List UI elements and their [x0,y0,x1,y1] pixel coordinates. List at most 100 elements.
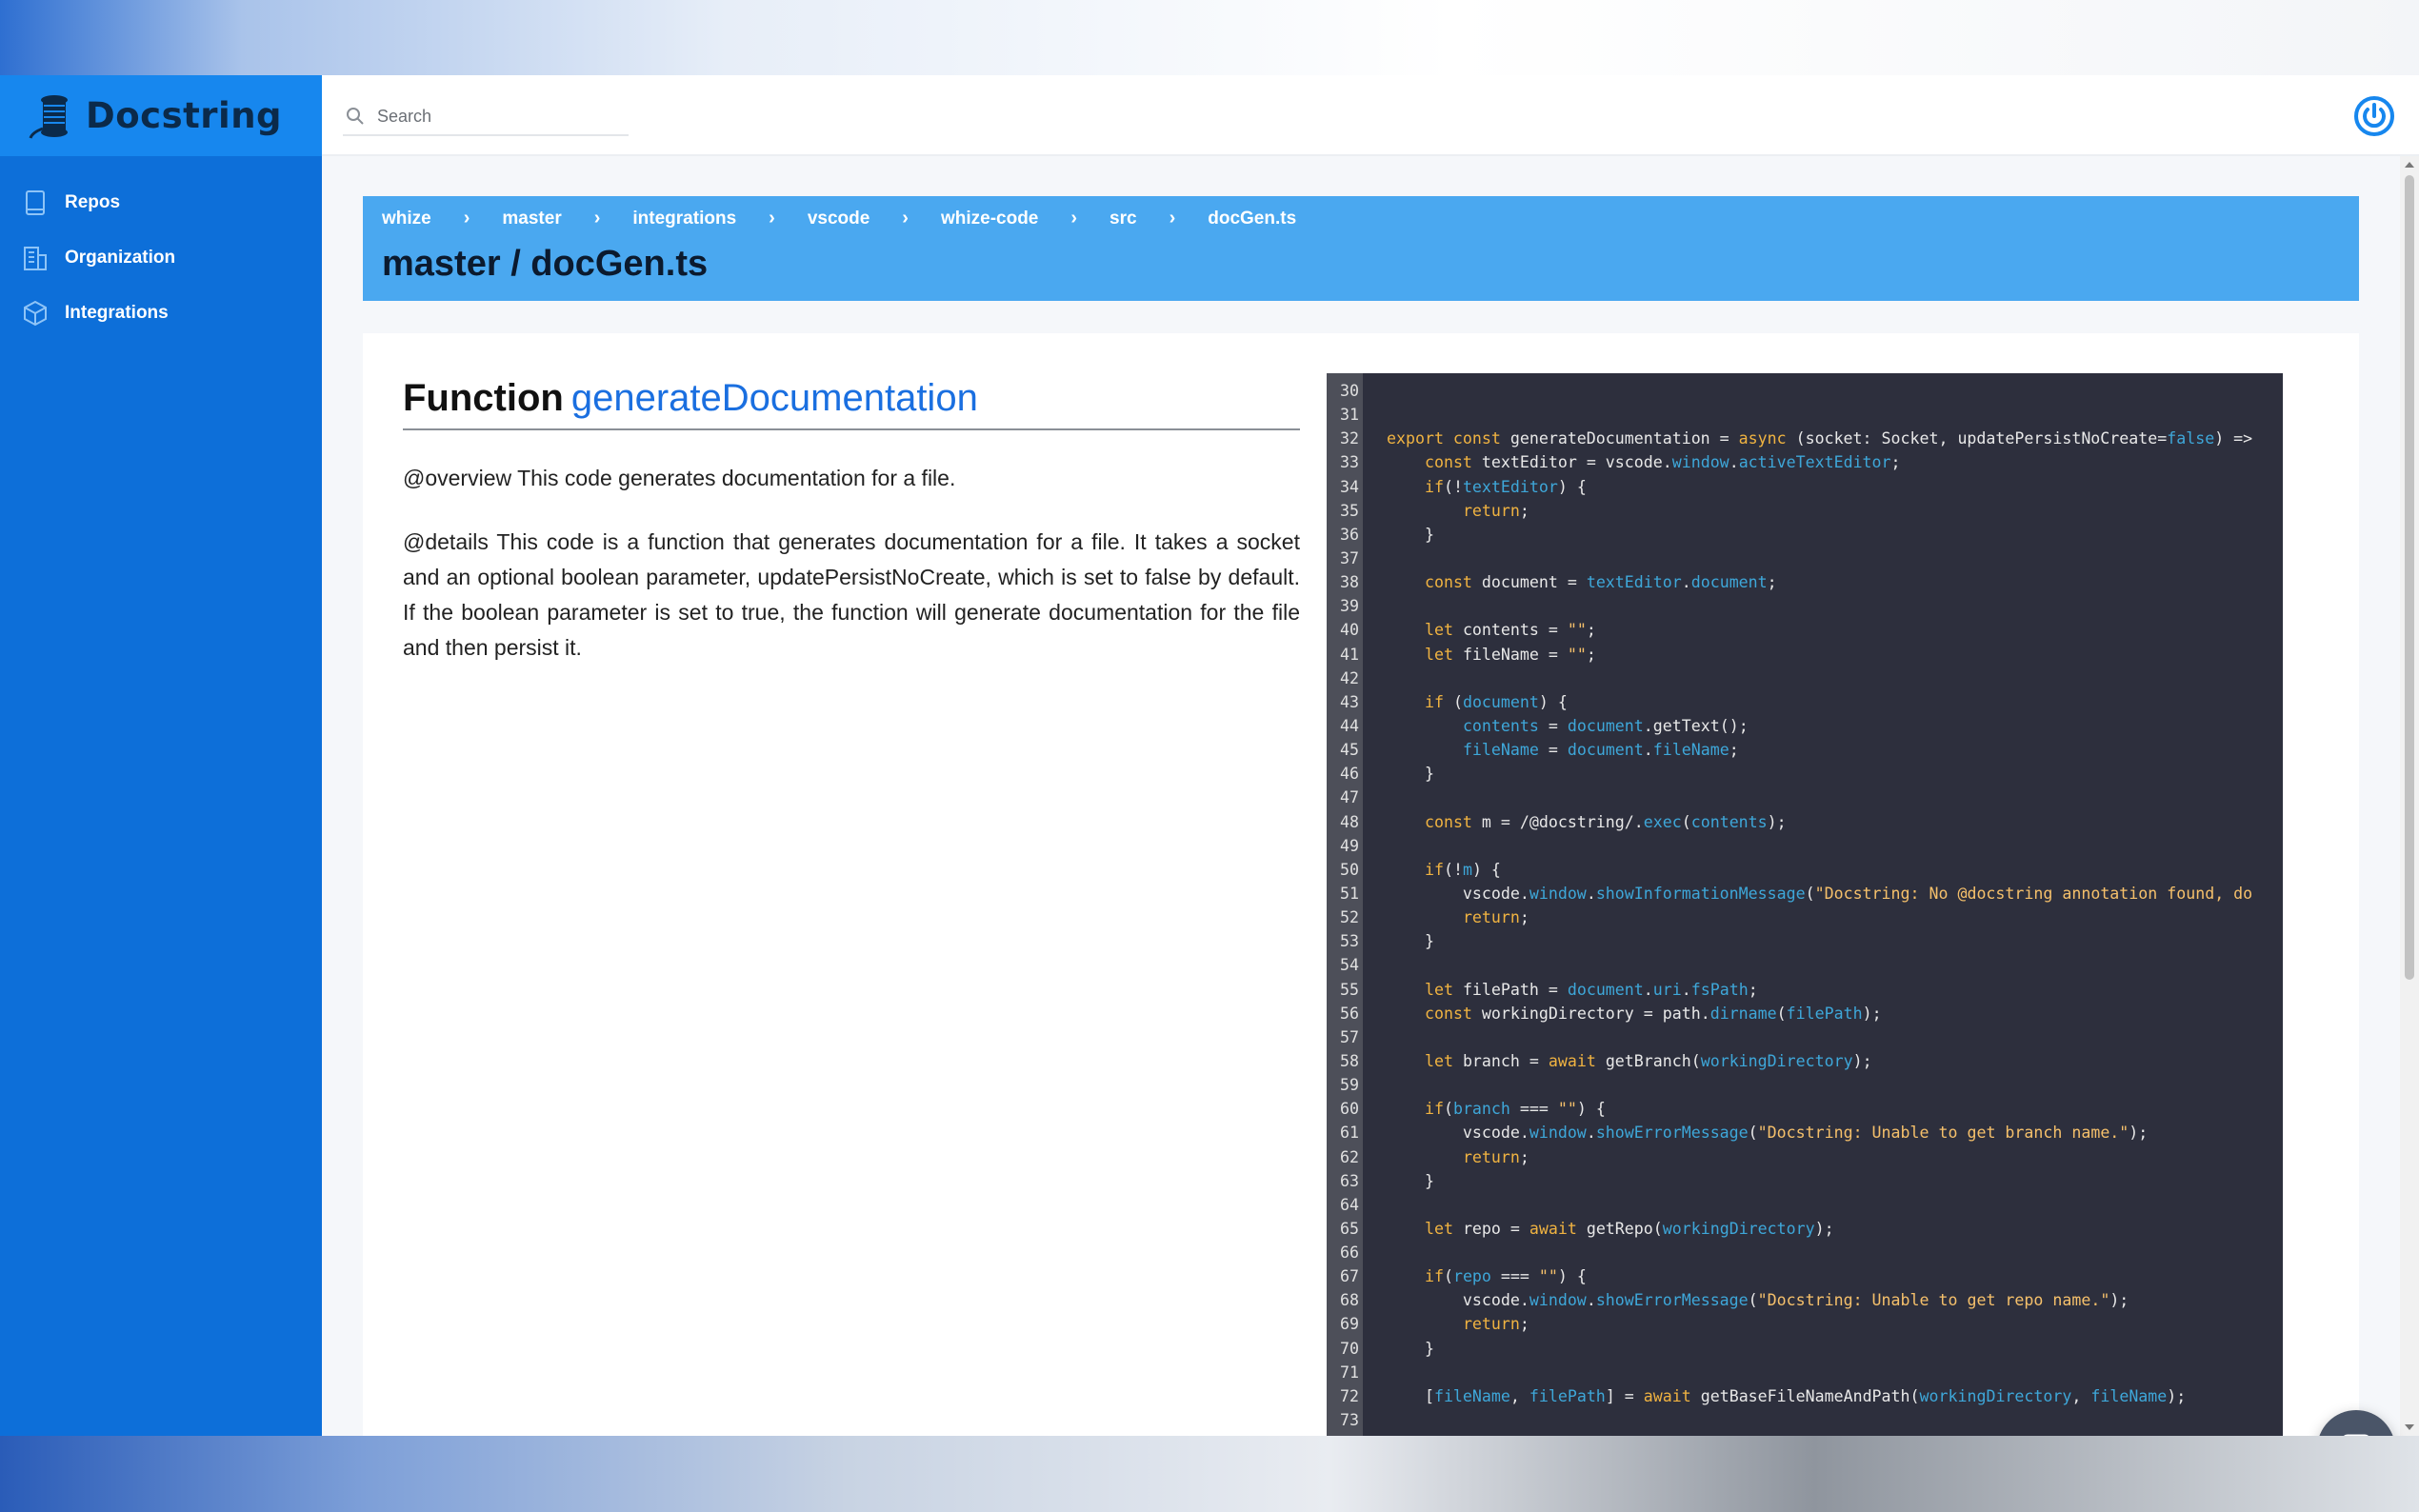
function-name-link[interactable]: generateDocumentation [571,377,978,419]
code-line: 54 [1327,953,2283,977]
sidebar-item-integrations[interactable]: Integrations [0,286,322,341]
search-input[interactable] [377,106,615,127]
chevron-right-icon: › [902,208,909,229]
code-line: 50 if(!m) { [1327,858,2283,882]
line-number: 49 [1340,836,1359,855]
sidebar-item-label: Repos [65,192,121,212]
code-text: if (document) { [1424,692,1568,711]
code-line: 59 [1327,1073,2283,1097]
line-number: 33 [1340,453,1359,472]
code-line: 36 } [1327,523,2283,547]
code-line: 30 [1327,379,2283,403]
sidebar-item-label: Integrations [65,303,169,323]
code-text: return; [1462,501,1529,520]
code-line: 31 [1327,403,2283,427]
line-number: 45 [1340,741,1359,760]
line-number: 39 [1340,597,1359,616]
details-text: @details This code is a function that ge… [403,529,1300,660]
code-line: 39 [1327,594,2283,618]
code-line: 34 if(!textEditor) { [1327,475,2283,499]
code-lines: 30 31 32 export const generateDocumentation… [1327,379,2283,1432]
desktop-background [0,1436,2419,1512]
breadcrumb-item[interactable]: docGen.ts [1208,209,1296,229]
code-line: 53 } [1327,929,2283,953]
line-number: 43 [1340,692,1359,711]
line-number: 60 [1340,1100,1359,1119]
code-line: 57 [1327,1025,2283,1049]
code-line: 51 vscode.window.showInformationMessage(… [1327,882,2283,905]
breadcrumb-item[interactable]: whize-code [941,209,1038,229]
line-number: 50 [1340,860,1359,879]
code-line: 33 const textEditor = vscode.window.acti… [1327,450,2283,474]
scrollbar[interactable] [2400,156,2419,1436]
line-number: 56 [1340,1004,1359,1023]
code-text: let contents = ""; [1424,621,1596,640]
code-line: 63 } [1327,1169,2283,1193]
code-line: 38 const document = textEditor.document; [1327,570,2283,594]
sidebar: Docstring Repos Organization Integration… [0,75,322,1436]
line-number: 38 [1340,573,1359,592]
breadcrumb-item[interactable]: whize [382,209,431,229]
code-line: 67 if(repo === "") { [1327,1264,2283,1288]
code-text: } [1387,1171,1434,1190]
code-line: 69 return; [1327,1312,2283,1336]
code-line: 61 vscode.window.showErrorMessage("Docst… [1327,1121,2283,1144]
spool-logo-icon [29,94,68,139]
code-viewer[interactable]: 30 31 32 export const generateDocumentation… [1327,373,2283,1436]
line-number: 37 [1340,548,1359,567]
code-text: if(repo === "") { [1424,1267,1587,1286]
code-text: if(!m) { [1424,860,1501,879]
doc-card: Function generateDocumentation @overview … [363,333,2359,1436]
breadcrumb-item[interactable]: vscode [808,209,870,229]
line-number: 34 [1340,477,1359,496]
sidebar-item-label: Organization [65,248,176,268]
code-line: 43 if (document) { [1327,690,2283,714]
code-line: 32 export const generateDocumentation = a… [1327,427,2283,450]
scroll-down-icon[interactable] [2405,1424,2414,1430]
code-text: const m = /@docstring/.exec(contents); [1424,812,1787,831]
page-title: master / docGen.ts [382,244,709,284]
chevron-right-icon: › [1169,208,1176,229]
code-text: let fileName = ""; [1424,645,1596,664]
power-icon[interactable] [2354,96,2394,136]
line-number: 73 [1340,1411,1359,1430]
search-box [343,98,629,136]
line-number: 66 [1340,1243,1359,1263]
brand[interactable]: Docstring [0,75,322,156]
code-line: 47 [1327,786,2283,809]
code-line: 65 let repo = await getRepo(workingDirec… [1327,1217,2283,1241]
scroll-thumb[interactable] [2405,175,2414,980]
line-number: 72 [1340,1386,1359,1405]
line-number: 44 [1340,716,1359,735]
code-line: 41 let fileName = ""; [1327,643,2283,666]
building-icon [24,247,47,270]
breadcrumb-item[interactable]: src [1110,209,1137,229]
code-line: 37 [1327,547,2283,570]
scroll-up-icon[interactable] [2405,162,2414,168]
breadcrumb-item[interactable]: master [502,209,561,229]
code-text: const document = textEditor.document; [1424,573,1777,592]
line-number: 52 [1340,908,1359,927]
breadcrumb: whize › master › integrations › vscode ›… [382,208,1296,229]
doc-text: Function generateDocumentation @overview … [403,371,1300,666]
code-line: 71 [1327,1361,2283,1384]
sidebar-item-repos[interactable]: Repos [0,175,322,230]
line-number: 46 [1340,765,1359,784]
code-line: 48 const m = /@docstring/.exec(contents)… [1327,810,2283,834]
code-line: 55 let filePath = document.uri.fsPath; [1327,978,2283,1002]
line-number: 41 [1340,645,1359,664]
code-text: } [1387,525,1434,544]
line-number: 68 [1340,1291,1359,1310]
code-line: 45 fileName = document.fileName; [1327,738,2283,762]
code-line: 72 [fileName, filePath] = await getBaseF… [1327,1384,2283,1408]
code-line: 70 } [1327,1337,2283,1361]
chevron-right-icon: › [1070,208,1078,229]
breadcrumb-item[interactable]: integrations [632,209,736,229]
line-number: 48 [1340,812,1359,831]
code-line: 68 vscode.window.showErrorMessage("Docst… [1327,1288,2283,1312]
line-number: 40 [1340,621,1359,640]
code-text: fileName = document.fileName; [1462,741,1739,760]
sidebar-item-organization[interactable]: Organization [0,230,322,286]
line-number: 36 [1340,525,1359,544]
line-number: 35 [1340,501,1359,520]
